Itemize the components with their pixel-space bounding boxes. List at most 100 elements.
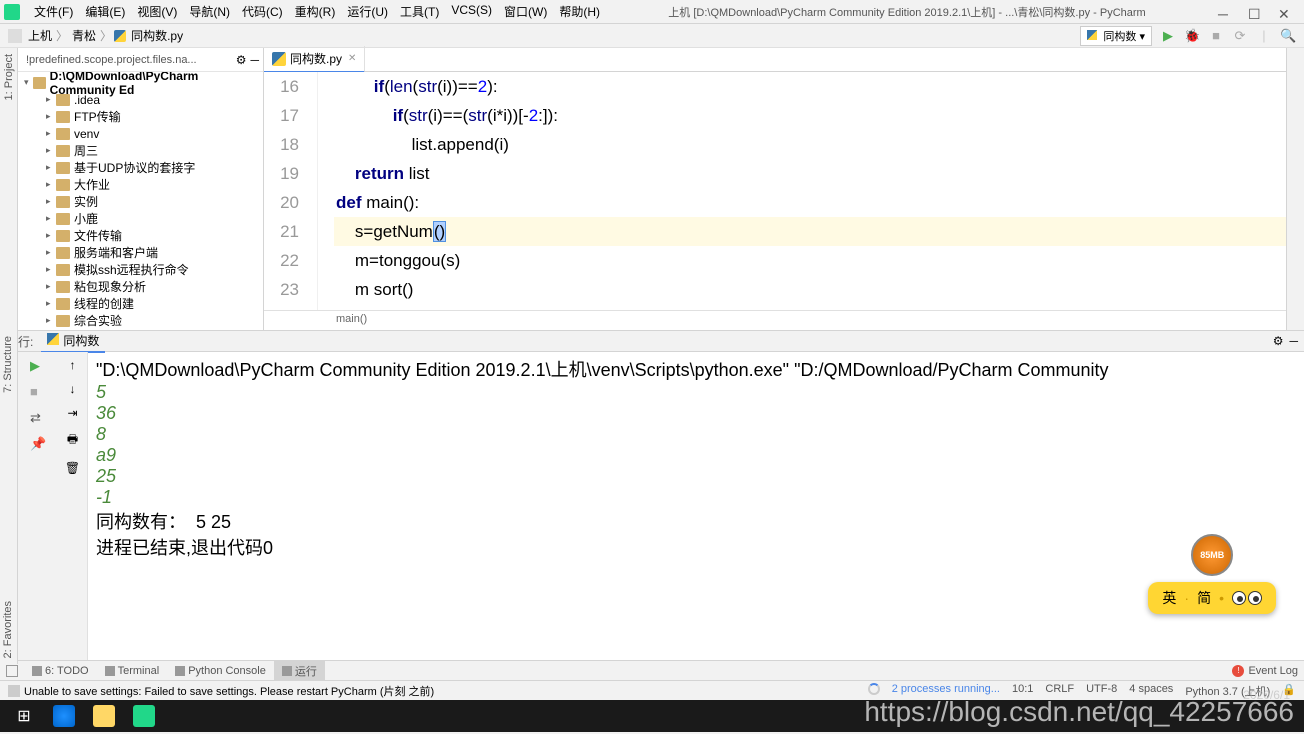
- console-output[interactable]: "D:\QMDownload\PyCharm Community Edition…: [88, 352, 1304, 660]
- toolwin-icon[interactable]: [6, 665, 18, 677]
- layout-button[interactable]: ⇄: [30, 410, 46, 426]
- close-tab-icon[interactable]: ✕: [348, 53, 356, 64]
- left-sidebar: 1: Project: [0, 48, 18, 330]
- indent[interactable]: 4 spaces: [1129, 683, 1173, 699]
- taskbar-app[interactable]: [44, 702, 84, 730]
- folder-icon: [8, 29, 22, 43]
- separator: |: [1256, 28, 1272, 44]
- menu-bar: 文件(F)编辑(E)视图(V)导航(N)代码(C)重构(R)运行(U)工具(T)…: [0, 0, 1304, 24]
- stop-button[interactable]: ■: [30, 384, 46, 400]
- taskbar-pycharm[interactable]: [124, 702, 164, 730]
- tree-item[interactable]: ▸小鹿: [18, 210, 263, 227]
- tree-item[interactable]: ▸文件传输: [18, 227, 263, 244]
- taskbar-app[interactable]: [84, 702, 124, 730]
- python-file-icon: [114, 30, 126, 42]
- tree-item[interactable]: ▸综合实验: [18, 312, 263, 329]
- ime-widget[interactable]: 英·简 •: [1148, 582, 1276, 614]
- up-button[interactable]: ↑: [70, 358, 76, 372]
- search-button[interactable]: 🔍: [1280, 28, 1296, 44]
- bottom-tab[interactable]: 运行: [274, 661, 325, 681]
- tree-item[interactable]: ▸周三: [18, 142, 263, 159]
- update-button[interactable]: ⟳: [1232, 28, 1248, 44]
- breadcrumb[interactable]: 青松: [70, 27, 98, 44]
- tree-item[interactable]: ▸venv: [18, 125, 263, 142]
- notification-badge-icon: !: [1232, 665, 1244, 677]
- menu-item[interactable]: 工具(T): [394, 1, 445, 22]
- wrap-button[interactable]: ⇥: [67, 406, 77, 420]
- project-scope-tab[interactable]: !predefined.scope.project.files.na...: [18, 50, 205, 70]
- window-title: 上机 [D:\QMDownload\PyCharm Community Edit…: [606, 4, 1208, 20]
- tree-item[interactable]: ▸服务端和客户端: [18, 244, 263, 261]
- favorites-tool-tab[interactable]: 2: Favorites: [0, 595, 17, 664]
- right-sidebar: [1286, 48, 1304, 330]
- run-config-select[interactable]: 同构数 ▾: [1080, 26, 1152, 46]
- menu-item[interactable]: 编辑(E): [79, 1, 131, 22]
- bottom-tab[interactable]: Python Console: [167, 661, 274, 681]
- tree-item[interactable]: ▸粘包现象分析: [18, 278, 263, 295]
- clear-button[interactable]: 🗑: [65, 461, 80, 475]
- collapse-icon[interactable]: ─: [250, 53, 259, 67]
- cursor-position[interactable]: 10:1: [1012, 683, 1033, 699]
- project-tree[interactable]: ▾D:\QMDownload\PyCharm Community Ed ▸.id…: [18, 72, 263, 330]
- tree-item[interactable]: ▸大作业: [18, 176, 263, 193]
- code-editor[interactable]: 1617181920212223 if(len(str(i))==2): if(…: [264, 72, 1304, 310]
- info-icon: [8, 685, 20, 697]
- stop-button[interactable]: ■: [1208, 28, 1224, 44]
- status-bar: Unable to save settings: Failed to save …: [0, 680, 1304, 700]
- spinner-icon: [868, 683, 880, 695]
- bottom-tab[interactable]: Terminal: [97, 661, 168, 681]
- debug-button[interactable]: 🐞: [1184, 28, 1200, 44]
- editor-area: 同构数.py ✕ 1617181920212223 if(len(str(i))…: [264, 48, 1304, 330]
- status-message: Unable to save settings: Failed to save …: [24, 683, 434, 699]
- menu-item[interactable]: 重构(R): [289, 1, 342, 22]
- settings-icon[interactable]: ⚙: [236, 53, 247, 67]
- menu-item[interactable]: 视图(V): [131, 1, 183, 22]
- processes-link[interactable]: 2 processes running...: [892, 683, 1000, 699]
- tree-root[interactable]: ▾D:\QMDownload\PyCharm Community Ed: [18, 74, 263, 91]
- menu-item[interactable]: 帮助(H): [553, 1, 606, 22]
- folder-icon: [33, 77, 46, 89]
- menu-item[interactable]: VCS(S): [445, 1, 498, 22]
- tree-item[interactable]: ▸基于UDP协议的套接字: [18, 159, 263, 176]
- event-log-button[interactable]: Event Log: [1248, 665, 1298, 677]
- navigation-bar: 上机 〉 青松 〉 同构数.py 同构数 ▾ ▶ 🐞 ■ ⟳ | 🔍: [0, 24, 1304, 48]
- menu-item[interactable]: 运行(U): [341, 1, 394, 22]
- menu-item[interactable]: 导航(N): [183, 1, 236, 22]
- python-icon: [1087, 30, 1097, 40]
- close-button[interactable]: ✕: [1278, 6, 1290, 18]
- timestamp-watermark: 2020/6/1: [1243, 688, 1290, 702]
- console-area: ▶ ■ ⇄ 📌 ↑ ↓ ⇥ 🖶 🗑 "D:\QMDownload\PyCharm…: [18, 352, 1304, 660]
- run-button[interactable]: ▶: [1160, 28, 1176, 44]
- settings-icon[interactable]: ⚙: [1273, 334, 1284, 348]
- down-button[interactable]: ↓: [70, 382, 76, 396]
- editor-tab[interactable]: 同构数.py ✕: [264, 46, 365, 73]
- minimize-panel-icon[interactable]: ─: [1289, 334, 1298, 348]
- line-separator[interactable]: CRLF: [1045, 683, 1074, 699]
- tree-item[interactable]: ▸线程的创建: [18, 295, 263, 312]
- tree-item[interactable]: ▸模拟ssh远程执行命令: [18, 261, 263, 278]
- menu-item[interactable]: 代码(C): [236, 1, 289, 22]
- run-panel-header: 运行: 同构数 ⚙ ─: [0, 330, 1304, 352]
- code-breadcrumb[interactable]: main(): [264, 310, 1304, 330]
- breadcrumb[interactable]: 同构数.py: [129, 27, 185, 44]
- menu-item[interactable]: 文件(F): [28, 1, 79, 22]
- python-file-icon: [272, 52, 286, 66]
- rerun-button[interactable]: ▶: [30, 358, 46, 374]
- memory-badge-icon: 85MB: [1191, 534, 1233, 576]
- menu-item[interactable]: 窗口(W): [498, 1, 553, 22]
- memory-indicator-widget[interactable]: 85MB 英·简 •: [1148, 534, 1276, 614]
- tree-item[interactable]: ▸FTP传输: [18, 108, 263, 125]
- project-tool-tab[interactable]: 1: Project: [1, 48, 17, 106]
- python-icon: [47, 333, 59, 345]
- pin-button[interactable]: 📌: [30, 436, 46, 452]
- maximize-button[interactable]: ☐: [1248, 6, 1260, 18]
- encoding[interactable]: UTF-8: [1086, 683, 1117, 699]
- tree-item[interactable]: ▸实例: [18, 193, 263, 210]
- print-button[interactable]: 🖶: [67, 430, 78, 451]
- breadcrumb[interactable]: 上机: [26, 27, 54, 44]
- start-button[interactable]: ⊞: [4, 702, 44, 730]
- bottom-tab[interactable]: 6: TODO: [24, 661, 97, 681]
- run-config-tab[interactable]: 同构数: [41, 330, 105, 353]
- minimize-button[interactable]: ─: [1218, 6, 1230, 18]
- structure-tool-tab[interactable]: 7: Structure: [0, 330, 17, 399]
